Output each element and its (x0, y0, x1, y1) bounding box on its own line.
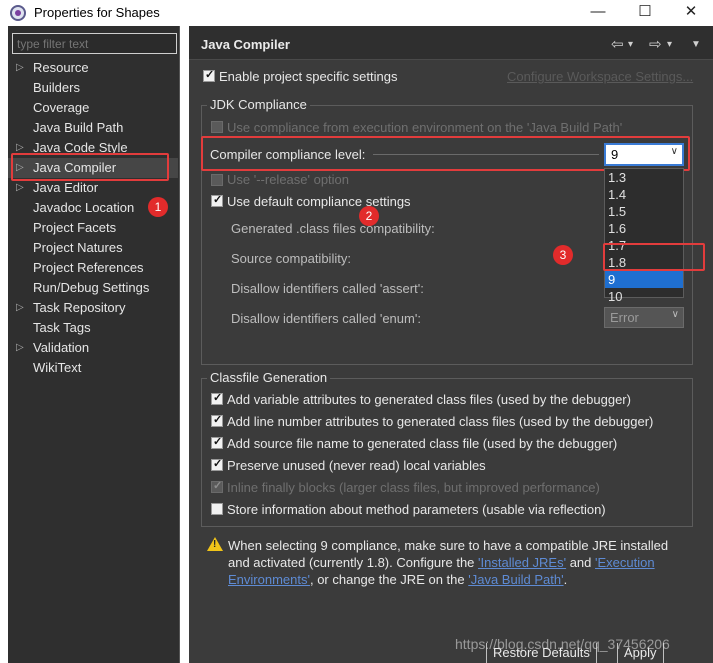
compliance-warning-message: When selecting 9 compliance, make sure t… (228, 538, 669, 587)
tree-item-task-repository[interactable]: ▷ Task Repository (8, 298, 178, 318)
use-default-compliance-label: Use default compliance settings (227, 194, 411, 209)
dropdown-option-10[interactable]: 10 (605, 288, 683, 305)
add-variable-attributes-label: Add variable attributes to generated cla… (227, 392, 631, 407)
add-variable-attributes-checkbox[interactable] (211, 391, 223, 405)
use-compliance-from-env-label: Use compliance from execution environmen… (227, 120, 623, 135)
execution-environments-link-cont[interactable]: Environments' (228, 572, 310, 587)
tree-item-project-references[interactable]: Project References (8, 258, 178, 278)
jdk-compliance-group-title: JDK Compliance (207, 97, 310, 112)
installed-jres-link[interactable]: 'Installed JREs' (478, 555, 566, 570)
generated-class-compat-label: Generated .class files compatibility: (231, 221, 435, 236)
back-menu-icon[interactable]: ▾ (628, 39, 633, 50)
tree-item-run-debug-settings[interactable]: Run/Debug Settings (8, 278, 178, 298)
annotation-box-compliance-level (201, 136, 690, 171)
source-compat-label: Source compatibility: (231, 251, 351, 266)
preserve-unused-label: Preserve unused (never read) local varia… (227, 458, 486, 473)
execution-environments-link[interactable]: 'Execution (595, 555, 655, 570)
preserve-unused-checkbox[interactable] (211, 457, 223, 471)
compliance-level-dropdown-list: 1.3 1.4 1.5 1.6 1.7 1.8 9 10 (604, 168, 684, 304)
tree-item-coverage[interactable]: Coverage (8, 98, 178, 118)
page-header: Java Compiler ⇦ ▾ ⇨ ▾ ▼ (189, 26, 713, 60)
use-release-label: Use '--release' option (227, 172, 350, 187)
add-line-number-checkbox[interactable] (211, 413, 223, 427)
tree-item-java-build-path[interactable]: Java Build Path (8, 118, 178, 138)
add-source-file-name-checkbox[interactable] (211, 435, 223, 449)
annotation-box-option-1-8 (603, 243, 705, 271)
tree-item-builders[interactable]: Builders (8, 78, 178, 98)
forward-arrow-icon[interactable]: ⇨ (649, 35, 662, 53)
store-method-params-checkbox[interactable] (211, 503, 223, 515)
title-bar: Properties for Shapes — ☐ ✕ (0, 0, 713, 26)
use-default-compliance-checkbox[interactable] (211, 193, 223, 207)
window-title: Properties for Shapes (34, 5, 160, 20)
tree-item-wikitext[interactable]: WikiText (8, 358, 178, 378)
inline-finally-label: Inline finally blocks (larger class file… (227, 480, 600, 495)
java-build-path-link[interactable]: 'Java Build Path' (468, 572, 563, 587)
add-source-file-name-label: Add source file name to generated class … (227, 436, 618, 451)
disallow-assert-label: Disallow identifiers called 'assert': (231, 281, 424, 296)
property-page-pane: Java Compiler ⇦ ▾ ⇨ ▾ ▼ Enable project s… (189, 26, 713, 663)
inline-finally-checkbox[interactable] (211, 479, 223, 493)
tree-item-validation[interactable]: ▷ Validation (8, 338, 178, 358)
eclipse-app-icon (10, 5, 26, 21)
use-release-checkbox[interactable] (211, 174, 223, 186)
annotation-badge-3: 3 (553, 245, 573, 265)
tree-item-java-editor[interactable]: ▷ Java Editor (8, 178, 178, 198)
minimize-button[interactable]: — (575, 0, 621, 26)
dropdown-option-1-6[interactable]: 1.6 (605, 220, 683, 237)
page-content: Enable project specific settings Configu… (189, 60, 713, 663)
property-tree: ▷ Resource Builders Coverage Java Build P… (8, 58, 178, 378)
enable-project-specific-checkbox[interactable] (203, 68, 215, 82)
back-arrow-icon[interactable]: ⇦ (611, 35, 624, 53)
annotation-badge-1: 1 (148, 197, 168, 217)
forward-menu-icon[interactable]: ▾ (667, 39, 672, 50)
watermark-text: https://blog.csdn.net/qq_37456206 (455, 636, 670, 652)
view-menu-icon[interactable]: ▼ (691, 39, 701, 50)
tree-item-task-tags[interactable]: Task Tags (8, 318, 178, 338)
configure-workspace-link[interactable]: Configure Workspace Settings... (507, 69, 693, 84)
expand-arrow-icon[interactable]: ▷ (16, 298, 24, 318)
chevron-down-icon: ∨ (671, 309, 679, 320)
expand-arrow-icon[interactable]: ▷ (16, 58, 24, 78)
expand-arrow-icon[interactable]: ▷ (16, 178, 24, 198)
dropdown-option-1-5[interactable]: 1.5 (605, 203, 683, 220)
store-method-params-label: Store information about method parameter… (227, 502, 606, 517)
dropdown-option-1-4[interactable]: 1.4 (605, 186, 683, 203)
filter-input[interactable] (12, 33, 177, 54)
close-button[interactable]: ✕ (668, 0, 713, 26)
tree-item-project-natures[interactable]: Project Natures (8, 238, 178, 258)
dropdown-option-1-3[interactable]: 1.3 (605, 169, 683, 186)
disallow-enum-combo[interactable]: Error ∨ (604, 307, 684, 328)
property-page-tree-pane: ▷Resource Builders Coverage Java Build P… (8, 26, 180, 663)
dropdown-option-9[interactable]: 9 (605, 271, 683, 288)
expand-arrow-icon[interactable]: ▷ (16, 338, 24, 358)
classfile-generation-group-title: Classfile Generation (207, 370, 331, 385)
use-compliance-from-env-checkbox[interactable] (211, 121, 223, 133)
maximize-button[interactable]: ☐ (622, 0, 668, 26)
tree-item-resource[interactable]: ▷ Resource (8, 58, 178, 78)
add-line-number-label: Add line number attributes to generated … (227, 414, 654, 429)
page-title: Java Compiler (201, 37, 290, 52)
annotation-box-java-compiler (11, 153, 169, 181)
warning-icon (207, 537, 223, 551)
disallow-enum-label: Disallow identifiers called 'enum': (231, 311, 421, 326)
tree-item-project-facets[interactable]: Project Facets (8, 218, 178, 238)
enable-project-specific-label: Enable project specific settings (219, 69, 398, 84)
